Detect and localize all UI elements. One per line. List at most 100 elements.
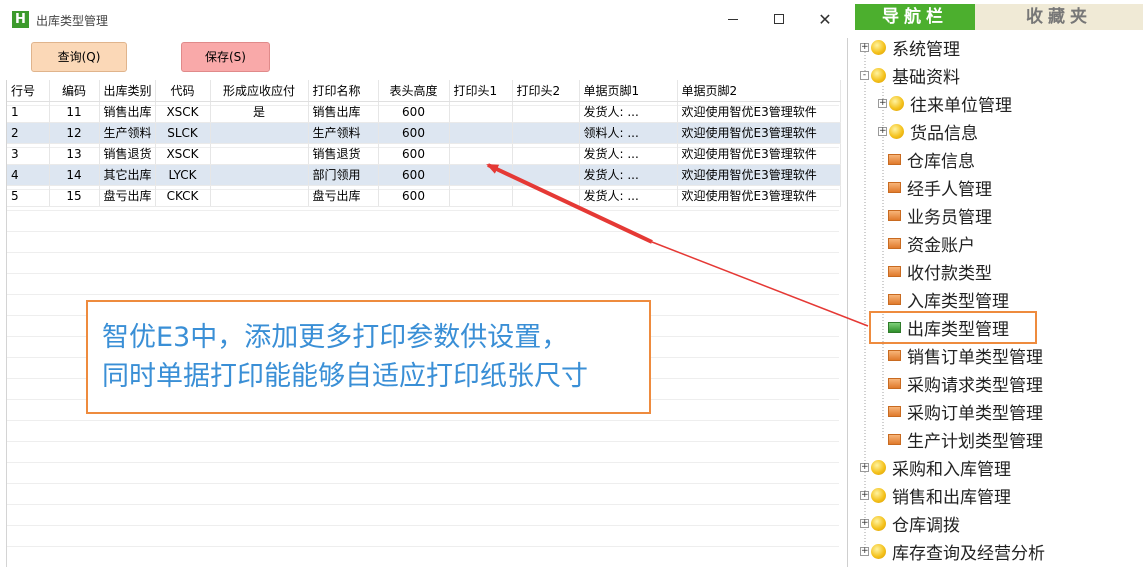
save-button[interactable]: 保存(S)	[181, 42, 270, 72]
table-cell[interactable]: 部门领用	[308, 164, 379, 186]
nav-tree-item[interactable]: - 基础资料	[860, 61, 960, 89]
column-header[interactable]: 打印头2	[512, 80, 580, 102]
nav-tree-item[interactable]: 经手人管理	[888, 173, 992, 201]
close-button[interactable]: ✕	[802, 4, 848, 34]
table-cell[interactable]	[512, 122, 580, 144]
table-cell[interactable]: 发货人: ...	[579, 143, 678, 165]
nav-tree-item[interactable]: 收付款类型	[888, 257, 992, 285]
table-cell[interactable]: 4	[7, 164, 50, 186]
table-row[interactable]: 1 11 销售出库 XSCK 是 销售出库 600 发货人: ... 欢迎使用智…	[7, 101, 841, 123]
table-cell[interactable]: LYCK	[155, 164, 211, 186]
column-header[interactable]: 形成应收应付	[210, 80, 309, 102]
table-cell[interactable]: 欢迎使用智优E3管理软件	[677, 143, 841, 165]
table-cell[interactable]: 600	[378, 122, 450, 144]
table-cell[interactable]: 600	[378, 185, 450, 207]
collapse-icon[interactable]: -	[860, 70, 869, 80]
table-cell[interactable]	[449, 185, 513, 207]
nav-tree-item[interactable]: + 库存查询及经营分析	[860, 537, 1045, 565]
table-cell[interactable]: 欢迎使用智优E3管理软件	[677, 185, 841, 207]
table-cell[interactable]	[449, 101, 513, 123]
table-cell[interactable]: 600	[378, 164, 450, 186]
table-cell[interactable]: 生产领料	[308, 122, 379, 144]
nav-tree-item[interactable]: 仓库信息	[888, 145, 975, 173]
expand-icon[interactable]: +	[860, 490, 869, 500]
query-button[interactable]: 查询(Q)	[31, 42, 127, 72]
table-cell[interactable]: 1	[7, 101, 50, 123]
table-cell[interactable]	[512, 164, 580, 186]
table-cell[interactable]: XSCK	[155, 101, 211, 123]
column-header[interactable]: 表头高度	[378, 80, 450, 102]
expand-icon[interactable]: +	[878, 126, 887, 136]
table-cell[interactable]: 销售出库	[308, 101, 379, 123]
tab-navigation[interactable]: 导航栏	[855, 4, 975, 30]
minimize-button[interactable]	[710, 4, 756, 34]
table-cell[interactable]: 13	[49, 143, 100, 165]
table-cell[interactable]: 欢迎使用智优E3管理软件	[677, 101, 841, 123]
table-row[interactable]: 5 15 盘亏出库 CKCK 盘亏出库 600 发货人: ... 欢迎使用智优E…	[7, 185, 841, 207]
table-cell[interactable]	[512, 185, 580, 207]
table-cell[interactable]: 领料人: ...	[579, 122, 678, 144]
table-cell[interactable]: 5	[7, 185, 50, 207]
column-header[interactable]: 编码	[49, 80, 100, 102]
table-row[interactable]: 2 12 生产领料 SLCK 生产领料 600 领料人: ... 欢迎使用智优E…	[7, 122, 841, 144]
nav-tree-item[interactable]: 采购订单类型管理	[888, 397, 1043, 425]
nav-tree-item[interactable]: 资金账户	[888, 229, 975, 257]
table-cell[interactable]: 发货人: ...	[579, 101, 678, 123]
column-header[interactable]: 行号	[7, 80, 50, 102]
table-cell[interactable]	[512, 143, 580, 165]
column-header[interactable]: 单据页脚1	[579, 80, 678, 102]
nav-tree-item[interactable]: 业务员管理	[888, 201, 992, 229]
nav-tree-item[interactable]: 生产计划类型管理	[888, 425, 1043, 453]
table-cell[interactable]: XSCK	[155, 143, 211, 165]
nav-tree-item[interactable]: + 仓库调拨	[860, 509, 960, 537]
table-cell[interactable]: 11	[49, 101, 100, 123]
column-header[interactable]: 出库类别	[99, 80, 156, 102]
nav-tree-item[interactable]: + 货品信息	[878, 117, 978, 145]
table-cell[interactable]: 欢迎使用智优E3管理软件	[677, 164, 841, 186]
nav-tree-item[interactable]: 入库类型管理	[888, 285, 1009, 313]
column-header[interactable]: 打印名称	[308, 80, 379, 102]
table-cell[interactable]: 是	[210, 101, 309, 123]
table-cell[interactable]: 发货人: ...	[579, 164, 678, 186]
table-cell[interactable]	[210, 122, 309, 144]
tab-favorites[interactable]: 收藏夹	[975, 4, 1143, 30]
table-cell[interactable]: 销售出库	[99, 101, 156, 123]
table-cell[interactable]: 欢迎使用智优E3管理软件	[677, 122, 841, 144]
table-cell[interactable]: 12	[49, 122, 100, 144]
column-header[interactable]: 代码	[155, 80, 211, 102]
table-cell[interactable]	[449, 143, 513, 165]
nav-tree-item[interactable]: + 系统管理	[860, 33, 960, 61]
table-cell[interactable]	[449, 122, 513, 144]
table-cell[interactable]: SLCK	[155, 122, 211, 144]
table-cell[interactable]	[512, 101, 580, 123]
table-cell[interactable]	[449, 164, 513, 186]
nav-tree-item[interactable]: + 往来单位管理	[878, 89, 1012, 117]
table-cell[interactable]	[210, 164, 309, 186]
nav-tree-item[interactable]: 销售订单类型管理	[888, 341, 1043, 369]
table-cell[interactable]: 15	[49, 185, 100, 207]
table-cell[interactable]	[210, 185, 309, 207]
table-cell[interactable]: 600	[378, 143, 450, 165]
expand-icon[interactable]: +	[860, 462, 869, 472]
table-cell[interactable]: 销售退货	[308, 143, 379, 165]
nav-tree-item[interactable]: + 销售和出库管理	[860, 481, 1011, 509]
expand-icon[interactable]: +	[860, 42, 869, 52]
table-cell[interactable]: 发货人: ...	[579, 185, 678, 207]
maximize-button[interactable]	[756, 4, 802, 34]
nav-tree-item[interactable]: + 采购和入库管理	[860, 453, 1011, 481]
table-cell[interactable]: 其它出库	[99, 164, 156, 186]
table-row[interactable]: 3 13 销售退货 XSCK 销售退货 600 发货人: ... 欢迎使用智优E…	[7, 143, 841, 165]
table-cell[interactable]: 销售退货	[99, 143, 156, 165]
table-cell[interactable]	[210, 143, 309, 165]
table-row[interactable]: 4 14 其它出库 LYCK 部门领用 600 发货人: ... 欢迎使用智优E…	[7, 164, 841, 186]
expand-icon[interactable]: +	[878, 98, 887, 108]
expand-icon[interactable]: +	[860, 518, 869, 528]
column-header[interactable]: 打印头1	[449, 80, 513, 102]
table-cell[interactable]: 盘亏出库	[308, 185, 379, 207]
column-header[interactable]: 单据页脚2	[677, 80, 841, 102]
table-cell[interactable]: 2	[7, 122, 50, 144]
table-cell[interactable]: 盘亏出库	[99, 185, 156, 207]
table-cell[interactable]: 3	[7, 143, 50, 165]
table-cell[interactable]: 14	[49, 164, 100, 186]
table-cell[interactable]: CKCK	[155, 185, 211, 207]
